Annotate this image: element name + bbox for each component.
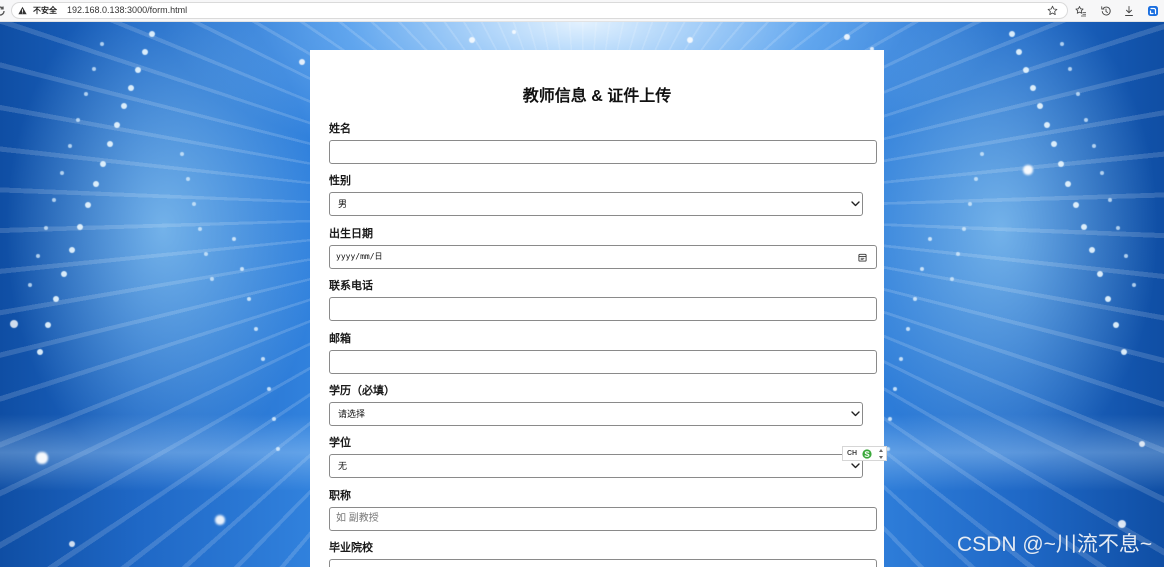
professional-title-input[interactable]	[329, 506, 877, 531]
ime-toggle-arrows-icon[interactable]	[878, 448, 884, 460]
degree-select[interactable]: 无	[329, 454, 863, 479]
bookmark-star-icon[interactable]	[1047, 5, 1058, 16]
phone-input[interactable]	[329, 297, 877, 322]
gender-select[interactable]: 男	[329, 192, 863, 217]
watermark: CSDN @~川流不息~	[957, 533, 1153, 556]
education-select[interactable]: 请选择	[329, 401, 863, 426]
field-name: 姓名	[329, 123, 877, 175]
field-professional-title: 职称	[329, 490, 877, 542]
professional-title-label: 职称	[329, 489, 351, 502]
field-education: 学历（必填） 请选择	[329, 385, 877, 437]
field-email: 邮箱	[329, 333, 877, 385]
field-degree: 学位 无	[329, 437, 877, 489]
url-text[interactable]: 192.168.0.138:3000/form.html	[67, 5, 187, 16]
field-gender: 性别 男	[329, 175, 877, 227]
degree-select-wrapper: 无	[329, 454, 863, 479]
email-input[interactable]	[329, 349, 877, 374]
degree-label: 学位	[329, 437, 351, 450]
graduated-school-label: 毕业院校	[329, 542, 373, 555]
gender-label: 性别	[329, 175, 351, 188]
ime-indicator[interactable]: CH	[842, 446, 887, 461]
calendar-icon[interactable]	[858, 253, 867, 262]
field-birth-date: 出生日期 yyyy/mm/日	[329, 228, 877, 280]
phone-label: 联系电话	[329, 280, 373, 293]
graduated-school-input[interactable]	[329, 559, 877, 567]
address-bar[interactable]: 不安全 192.168.0.138:3000/form.html	[11, 2, 1068, 19]
favorites-icon[interactable]	[1075, 5, 1087, 17]
history-icon[interactable]	[1100, 5, 1112, 17]
email-label: 邮箱	[329, 332, 351, 345]
ime-language-label[interactable]: CH	[847, 449, 857, 458]
form-title: 教师信息 & 证件上传	[522, 88, 672, 105]
download-icon[interactable]	[1123, 5, 1135, 17]
birth-date-input[interactable]: yyyy/mm/日	[329, 244, 877, 269]
birth-date-placeholder: yyyy/mm/日	[336, 251, 383, 261]
browser-extension-icon[interactable]	[1147, 5, 1159, 17]
input-method-logo-icon[interactable]	[862, 449, 872, 459]
name-label: 姓名	[329, 123, 351, 135]
browser-toolbar: 不安全 192.168.0.138:3000/form.html	[0, 0, 1164, 22]
form-panel: 教师信息 & 证件上传 姓名 性别 男 出生日期 yyyy/mm/日 联系电话 …	[310, 50, 884, 567]
education-select-wrapper: 请选择	[329, 401, 863, 426]
education-label: 学历（必填）	[329, 384, 395, 397]
gender-select-wrapper: 男	[329, 192, 863, 217]
reload-icon[interactable]	[0, 5, 6, 17]
name-input[interactable]	[329, 140, 877, 164]
warning-icon[interactable]	[18, 6, 27, 15]
field-phone: 联系电话	[329, 280, 877, 332]
security-label[interactable]: 不安全	[33, 5, 57, 16]
birth-date-label: 出生日期	[329, 227, 373, 240]
field-graduated-school: 毕业院校	[329, 542, 877, 567]
